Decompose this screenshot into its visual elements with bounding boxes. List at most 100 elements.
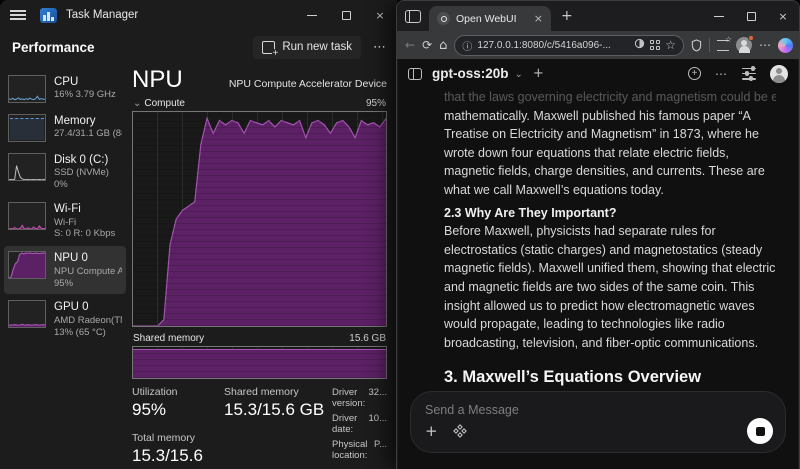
npu-device-name: NPU Compute Accelerator Device bbox=[228, 78, 387, 90]
settings-more-icon[interactable]: ⋯ bbox=[759, 39, 771, 51]
performance-header: Performance Run new task ⋯ bbox=[0, 30, 397, 64]
browser-window-controls: × bbox=[703, 1, 799, 31]
driver-date-value: 10... bbox=[368, 413, 388, 424]
tab-title: Open WebUI bbox=[456, 12, 517, 25]
openwebui-header: gpt-oss:20b ⌄ + + ⋯ bbox=[398, 59, 798, 88]
chat-subheading: 2.3 Why Are They Important? bbox=[444, 205, 617, 220]
driver-version-label: Driver version: bbox=[332, 387, 366, 409]
npu-mini-graph bbox=[8, 251, 46, 280]
compute-engine-dropdown[interactable]: ⌄ Compute bbox=[133, 98, 185, 109]
sidebar-item-cpu[interactable]: CPU 16% 3.79 GHz bbox=[4, 70, 126, 108]
tools-icon[interactable] bbox=[452, 423, 467, 438]
browser-close-button[interactable]: × bbox=[767, 1, 799, 31]
run-new-task-button[interactable]: Run new task bbox=[253, 35, 361, 59]
chat-section-heading: 3. Maxwell’s Equations Overview bbox=[444, 368, 702, 387]
sidebar-item-disk[interactable]: Disk 0 (C:) SSD (NVMe) 0% bbox=[4, 148, 126, 196]
minimize-icon bbox=[714, 15, 724, 17]
openwebui-app: gpt-oss:20b ⌄ + + ⋯ that the laws govern… bbox=[398, 59, 798, 469]
shared-memory-scale-value: 15.6 GB bbox=[349, 333, 386, 344]
reading-mode-icon[interactable] bbox=[634, 38, 645, 52]
message-input[interactable] bbox=[425, 403, 771, 417]
npu-panel-title: NPU bbox=[132, 66, 183, 93]
driver-date-label: Driver date: bbox=[332, 413, 358, 435]
copilot-icon[interactable] bbox=[778, 37, 793, 53]
url-text: 127.0.0.1:8080/c/5416a096-... bbox=[477, 39, 611, 51]
cpu-mini-graph bbox=[8, 75, 46, 103]
disk-mini-graph bbox=[8, 153, 46, 181]
shared-memory-value: 15.3/15.6 GB bbox=[224, 400, 325, 419]
more-options-button[interactable]: ⋯ bbox=[373, 40, 387, 55]
browser-minimize-button[interactable] bbox=[703, 1, 735, 31]
window-title: Task Manager bbox=[66, 9, 139, 21]
user-avatar[interactable] bbox=[770, 64, 788, 83]
sidebar-item-wifi[interactable]: Wi-Fi Wi-Fi S: 0 R: 0 Kbps bbox=[4, 197, 126, 245]
gpu-mini-graph bbox=[8, 300, 46, 329]
physical-location-value: P... bbox=[373, 439, 387, 450]
notification-dot bbox=[748, 35, 754, 41]
run-new-task-icon bbox=[262, 40, 279, 59]
sidebar-toggle-icon[interactable] bbox=[408, 67, 422, 80]
utilization-value: 95% bbox=[132, 400, 167, 419]
collections-icon[interactable] bbox=[717, 35, 732, 51]
model-selector[interactable]: gpt-oss:20b bbox=[432, 66, 509, 81]
task-manager-window: Task Manager × Performance Run new task … bbox=[0, 0, 397, 469]
stop-icon bbox=[755, 426, 765, 436]
chevron-down-icon: ⌄ bbox=[133, 98, 142, 109]
shared-memory-graph bbox=[132, 346, 387, 379]
site-info-icon[interactable]: ⓘ bbox=[462, 38, 472, 53]
physical-location-label: Physical location: bbox=[332, 439, 368, 461]
close-button[interactable]: × bbox=[363, 0, 397, 30]
maximize-button[interactable] bbox=[329, 0, 363, 30]
openwebui-favicon bbox=[437, 12, 450, 25]
browser-essentials-icon[interactable] bbox=[691, 38, 702, 52]
driver-version-value: 32... bbox=[368, 387, 388, 398]
sidebar-item-gpu[interactable]: GPU 0 AMD Radeon(TM) ... 13% (65 °C) bbox=[4, 295, 126, 343]
browser-window: Open WebUI × + × ← ⟳ ⌂ ⓘ 127.0.0.1:8080/… bbox=[396, 0, 800, 469]
browser-tab[interactable]: Open WebUI × bbox=[429, 6, 551, 31]
address-bar[interactable]: ⓘ 127.0.0.1:8080/c/5416a096-... ☆ bbox=[454, 34, 684, 56]
shared-memory-graph-label: Shared memory bbox=[133, 333, 205, 344]
home-icon[interactable]: ⌂ bbox=[439, 39, 447, 52]
attach-plus-icon[interactable]: + bbox=[425, 423, 438, 439]
refresh-icon[interactable]: ⟳ bbox=[422, 39, 432, 51]
tab-close-icon[interactable]: × bbox=[534, 12, 543, 25]
sidebar-item-npu[interactable]: NPU 0 NPU Compute Acc... 95% bbox=[4, 246, 126, 295]
compute-scale-value: 95% bbox=[365, 98, 386, 109]
utilization-label: Utilization bbox=[132, 386, 178, 398]
back-icon[interactable]: ← bbox=[405, 39, 415, 51]
maximize-icon bbox=[341, 10, 351, 20]
new-chat-icon[interactable]: + bbox=[688, 67, 701, 80]
chat-message-area: that the laws governing electricity and … bbox=[444, 88, 776, 389]
npu-stats: Utilization 95% Total memory 15.3/15.6 G… bbox=[132, 386, 387, 469]
workspaces-icon[interactable] bbox=[405, 9, 421, 23]
favorite-star-icon[interactable]: ☆ bbox=[665, 38, 676, 52]
browser-maximize-button[interactable] bbox=[735, 1, 767, 31]
browser-toolbar: ← ⟳ ⌂ ⓘ 127.0.0.1:8080/c/5416a096-... ☆ … bbox=[397, 31, 799, 59]
run-new-task-label: Run new task bbox=[282, 41, 352, 53]
profile-avatar[interactable] bbox=[736, 35, 754, 53]
add-model-button[interactable]: + bbox=[533, 66, 544, 81]
task-manager-titlebar: Task Manager × bbox=[0, 0, 397, 30]
page-title: Performance bbox=[12, 39, 95, 55]
stop-generating-button[interactable] bbox=[747, 418, 773, 444]
chat-more-icon[interactable]: ⋯ bbox=[715, 67, 728, 81]
npu-compute-graph bbox=[132, 111, 387, 327]
minimize-button[interactable] bbox=[295, 0, 329, 30]
toolbar-divider bbox=[709, 38, 710, 52]
total-memory-value: 15.3/15.6 GB bbox=[132, 446, 203, 469]
maximize-icon bbox=[746, 11, 756, 21]
wifi-mini-graph bbox=[8, 202, 46, 231]
sidebar-item-memory[interactable]: Memory 27.4/31.1 GB (88%) bbox=[4, 109, 126, 147]
browser-tab-strip: Open WebUI × + × bbox=[397, 1, 799, 31]
new-tab-button[interactable]: + bbox=[561, 8, 573, 24]
chat-controls-icon[interactable] bbox=[742, 66, 756, 81]
chat-faded-line: that the laws governing electricity and … bbox=[444, 90, 776, 104]
task-manager-app-icon bbox=[40, 7, 57, 23]
apps-grid-icon[interactable] bbox=[650, 40, 661, 50]
hamburger-menu-icon[interactable] bbox=[10, 10, 26, 20]
chevron-down-icon[interactable]: ⌄ bbox=[515, 69, 523, 80]
npu-detail-panel: NPU NPU Compute Accelerator Device ⌄ Comp… bbox=[128, 64, 397, 469]
shared-memory-label: Shared memory bbox=[224, 386, 299, 398]
message-composer[interactable]: + bbox=[410, 391, 786, 453]
performance-sidebar: CPU 16% 3.79 GHz Memory 27.4/31.1 GB (88… bbox=[0, 64, 128, 469]
